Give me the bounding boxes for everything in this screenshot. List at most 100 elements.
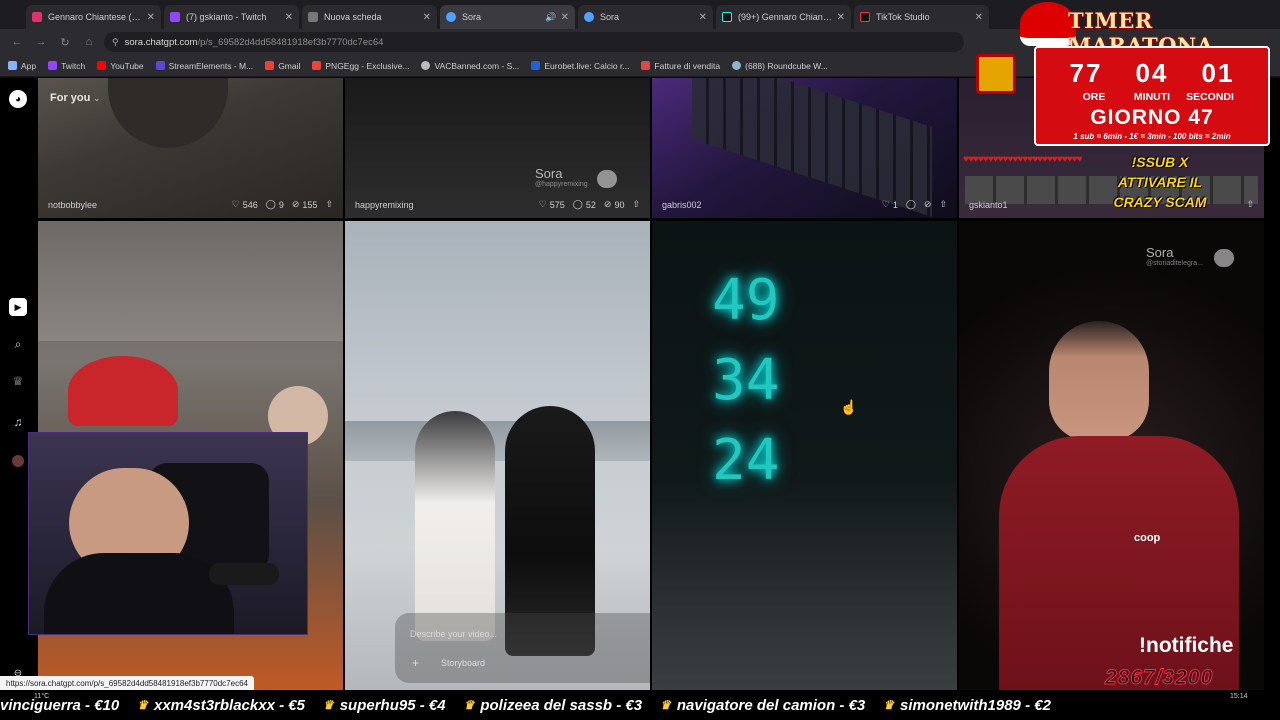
comment-icon[interactable]: ◯	[906, 199, 916, 210]
url-host: sora.chatgpt.com	[124, 36, 198, 48]
close-icon[interactable]: ✕	[837, 12, 845, 23]
likes-count[interactable]: ♡ 546	[232, 199, 258, 210]
home-icon[interactable]: ⌂	[80, 33, 98, 51]
card-username[interactable]: happyremixing	[355, 200, 531, 210]
likes-value: 546	[242, 199, 258, 210]
tab-twitch[interactable]: (7) gskianto - Twitch ✕	[164, 5, 299, 29]
ticker-text: simonetwith1989 - €2	[900, 696, 1051, 714]
bookmark-streamelements[interactable]: StreamElements - M...	[155, 61, 253, 71]
bookmark-pngegg[interactable]: PNGEgg - Exclusive...	[312, 61, 409, 71]
remix-icon[interactable]: ⊘	[924, 199, 932, 210]
twitch-icon	[48, 61, 58, 70]
bookmark-twitch[interactable]: Twitch	[48, 61, 85, 71]
prompt-input[interactable]: Describe your video...	[410, 629, 497, 639]
avatar[interactable]	[12, 455, 24, 467]
digit-display: 49 34 24	[712, 261, 832, 501]
comments-count[interactable]: ◯ 9	[266, 199, 284, 210]
feed-video-card-playing[interactable]: Describe your video... + Storyboard ⇄ ↑	[345, 221, 650, 690]
tab-title: Gennaro Chiantese (@gskianto)	[48, 12, 143, 22]
tab-tiktok-studio[interactable]: TikTok Studio ✕	[854, 5, 989, 29]
feed-card[interactable]: Sora @happyremixing happyremixing ♡ 575 ◯ 5…	[345, 78, 650, 218]
bookmark-youtube[interactable]: YouTube	[97, 61, 144, 71]
feed-video-card[interactable]: 49 34 24 ☝	[652, 221, 957, 690]
new-tab-icon	[308, 12, 318, 22]
ticker-item: ♛ xxm4st3rblackxx - €5	[137, 697, 305, 714]
site-info-icon[interactable]: ⚲	[112, 37, 119, 48]
marathon-timer: 77 04 01 ORE MINUTI SECONDI GIORNO 47 1 …	[1034, 46, 1270, 146]
bookmark-gmail[interactable]: Gmail	[265, 61, 300, 71]
share-icon[interactable]: ⇧	[632, 199, 640, 210]
reload-icon[interactable]: ↻	[56, 33, 74, 51]
sub-callout-line: !SSUB X	[1131, 154, 1189, 170]
tab-instagram[interactable]: Gennaro Chiantese (@gskianto) ✕	[26, 5, 161, 29]
add-icon[interactable]: +	[412, 656, 419, 670]
timer-rule: 1 sub = 6min - 1€ = 3min - 100 bits = 2m…	[1073, 132, 1231, 141]
close-icon[interactable]: ✕	[147, 12, 155, 23]
cursor-hand-icon: ☝	[840, 399, 858, 415]
close-icon[interactable]: ✕	[561, 12, 569, 23]
trophy-icon[interactable]: ♕	[9, 372, 27, 390]
digit-line: 49	[712, 268, 780, 333]
close-icon[interactable]: ✕	[423, 12, 431, 23]
bell-icon[interactable]: ♫	[9, 413, 27, 431]
speaker-icon[interactable]: 🔊	[545, 12, 556, 23]
remix-count[interactable]: ⊘ 155	[292, 199, 318, 210]
card-username[interactable]: gabris002	[662, 200, 874, 210]
tab-title: (99+) Gennaro Chiantese	[738, 12, 833, 22]
play-icon[interactable]: ▶	[9, 298, 27, 316]
tab-title: TikTok Studio	[876, 12, 930, 22]
back-arrow-icon[interactable]: ←	[8, 33, 26, 51]
feed-card[interactable]: gabris002 ♡ 1 ◯ ⊘ ⇧	[652, 78, 957, 218]
comments-value: 52	[585, 199, 596, 210]
timer-day: GIORNO 47	[1090, 106, 1214, 129]
ticker-item: ♛ simonetwith1989 - €2	[883, 697, 1051, 714]
share-icon[interactable]: ⇧	[325, 199, 333, 210]
comments-count[interactable]: ◯ 52	[573, 199, 596, 210]
card-thumbnail	[1049, 321, 1149, 441]
remix-count[interactable]: ⊘ 90	[604, 199, 625, 210]
eurobet-icon	[531, 61, 541, 70]
close-icon[interactable]: ✕	[699, 12, 707, 23]
tab-new[interactable]: Nuova scheda ✕	[302, 5, 437, 29]
unit-hours: ORE	[1082, 91, 1106, 103]
card-meta: happyremixing ♡ 575 ◯ 52 ⊘ 90 ⇧	[355, 199, 640, 210]
watermark-text: Sora	[1146, 245, 1174, 260]
share-icon[interactable]: ⇧	[939, 199, 947, 210]
bookmark-vacbanned[interactable]: VACBanned.com - S...	[421, 61, 519, 71]
heart-icon: ♡	[538, 199, 547, 209]
timer-units: ORE MINUTI SECONDI	[1036, 91, 1268, 103]
card-username[interactable]: notbobbylee	[48, 200, 224, 210]
forward-arrow-icon[interactable]: →	[32, 33, 50, 51]
streamelements-icon	[155, 61, 165, 70]
url-field[interactable]: ⚲ sora.chatgpt.com/p/s_69582d4dd58481918…	[104, 32, 964, 52]
likes-count[interactable]: ♡ 1	[882, 199, 898, 210]
roundcube-icon	[732, 61, 742, 70]
bookmark-roundcube[interactable]: (688) Roundcube W...	[732, 61, 828, 71]
bookmark-eurobet[interactable]: Eurobet.live: Calcio r...	[531, 61, 629, 71]
card-thumbnail	[415, 411, 495, 641]
sora-ghost-icon	[1214, 249, 1234, 267]
video-composer: Describe your video... + Storyboard ⇄ ↑	[395, 613, 650, 683]
tab-tiktok[interactable]: (99+) Gennaro Chiantese ✕	[716, 5, 851, 29]
comment-icon: ◯	[572, 199, 583, 209]
donation-ticker: vinciguerra - €10 ♛ xxm4st3rblackxx - €5 …	[0, 690, 1280, 720]
search-icon[interactable]: ⌕	[9, 335, 27, 353]
close-icon[interactable]: ✕	[285, 12, 293, 23]
likes-count[interactable]: ♡ 575	[539, 199, 565, 210]
close-icon[interactable]: ✕	[975, 12, 983, 23]
feed-video-card[interactable]: Sora @storiaditelegra... coop !notifiche …	[959, 221, 1264, 690]
sora-watermark: Sora @happyremixing	[535, 166, 617, 188]
feed-filter-dropdown[interactable]: For you ⌄	[50, 92, 100, 104]
webcam-microphone	[209, 563, 279, 585]
watermark-handle: @happyremixing	[535, 181, 588, 188]
storyboard-button[interactable]: Storyboard	[441, 658, 485, 668]
sora-page: ◕ ▶ ⌕ ♕ ♫ ⊖ notbobbylee ♡ 546 ◯ 9 ⊘ 155 ⇧ F…	[0, 78, 1280, 690]
card-thumbnail	[345, 421, 650, 461]
tab-sora[interactable]: Sora ✕	[578, 5, 713, 29]
remix-value: 90	[614, 199, 625, 210]
bookmark-apps[interactable]: App	[8, 61, 36, 71]
tab-sora-active[interactable]: Sora 🔊 ✕	[440, 5, 575, 29]
storyboard-label: Storyboard	[441, 658, 486, 668]
sora-logo-icon[interactable]: ◕	[9, 90, 27, 108]
bookmark-fatture[interactable]: Fatture di vendita	[641, 61, 720, 71]
